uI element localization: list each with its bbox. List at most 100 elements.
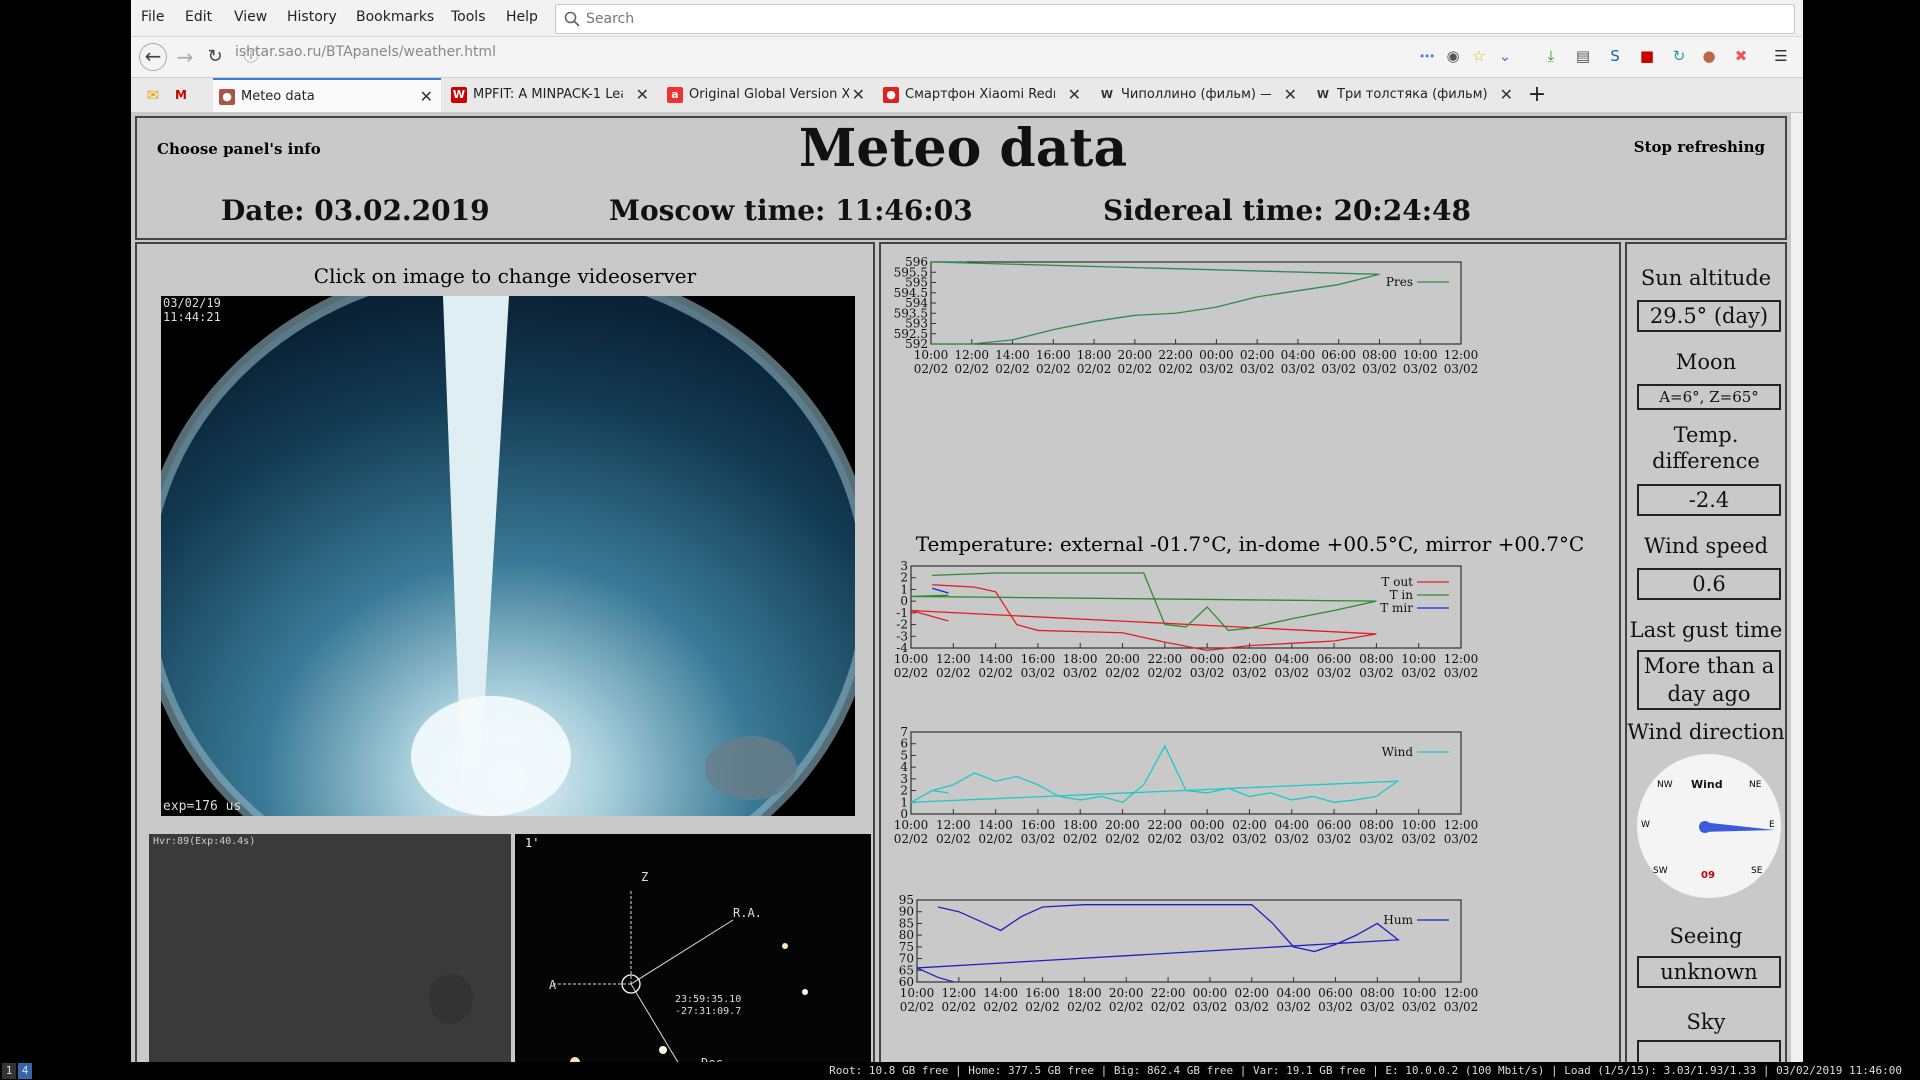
system-taskbar: 1 4 Root: 10.8 GB free | Home: 377.5 GB …: [0, 1062, 1920, 1080]
gmail-tab-icon[interactable]: ✉: [143, 85, 163, 105]
menu-tools[interactable]: Tools: [451, 9, 486, 25]
close-tab-icon[interactable]: ✕: [636, 85, 649, 104]
last-gust-label: Last gust time: [1629, 618, 1783, 642]
status-panel: Sun altitude 29.5° (day) Moon A=6°, Z=65…: [1625, 242, 1787, 1072]
legend-label: T out: [1381, 575, 1413, 589]
x-date-label: 03/02: [1240, 362, 1275, 374]
x-date-label: 03/02: [1360, 1000, 1395, 1014]
menu-view[interactable]: View: [234, 9, 267, 25]
x-tick-label: 08:00: [1359, 652, 1394, 666]
close-tab-icon[interactable]: ✕: [1068, 85, 1081, 104]
tab-xiaomi[interactable]: ● Смартфон Xiaomi Redm ✕: [877, 78, 1089, 112]
x-date-label: 03/02: [1193, 1000, 1228, 1014]
tab-title: Original Global Version X: [689, 87, 849, 102]
stop-refreshing-link[interactable]: Stop refreshing: [1634, 138, 1765, 156]
bookmark-star-icon[interactable]: ☆: [1469, 46, 1489, 66]
allsky-camera-image[interactable]: 03/02/19 11:44:21 exp=176 us: [161, 296, 855, 816]
x-tick-label: 12:00: [942, 986, 977, 1000]
x-date-label: 02/02: [894, 666, 929, 680]
x-date-label: 03/02: [1444, 362, 1479, 374]
close-tab-icon[interactable]: ✕: [852, 85, 865, 104]
star-field-image[interactable]: 1' Z R.A. A 23:59:35.10 -27:31:09.7: [515, 834, 871, 1070]
extension-avatar-icon[interactable]: ●: [1699, 46, 1719, 66]
page-actions-icon[interactable]: ⋯: [1417, 46, 1437, 66]
x-date-label: 03/02: [1362, 362, 1397, 374]
reload-button[interactable]: ↻: [203, 45, 227, 69]
camera-time: 11:44:21: [163, 310, 221, 324]
library-icon[interactable]: ▤: [1573, 46, 1593, 66]
pressure-chart: 592592.5593593.5594594.5595595.559610:00…: [894, 255, 1479, 374]
x-tick-label: 16:00: [1036, 348, 1071, 362]
x-tick-label: 20:00: [1118, 348, 1153, 362]
download-icon[interactable]: ⤓: [1541, 46, 1561, 66]
tab-meteo-data[interactable]: ● Meteo data ✕: [213, 78, 441, 114]
extension-refresh-icon[interactable]: ↻: [1669, 46, 1689, 66]
x-date-label: 03/02: [1190, 666, 1225, 680]
x-date-label: 02/02: [1109, 1000, 1144, 1014]
moon-label: Moon: [1675, 350, 1737, 374]
x-tick-label: 22:00: [1158, 348, 1193, 362]
pinned-tab-icon[interactable]: M: [171, 85, 191, 105]
x-date-label: 02/02: [978, 666, 1013, 680]
close-tab-icon[interactable]: ✕: [1500, 85, 1513, 104]
x-tick-label: 00:00: [1193, 986, 1228, 1000]
tab-cipollino[interactable]: W Чиполлино (фильм) — ✕: [1093, 78, 1305, 112]
tab-mpfit[interactable]: W MPFIT: A MINPACK-1 Lea ✕: [445, 78, 657, 112]
legend-label: T mir: [1380, 601, 1413, 615]
menu-edit[interactable]: Edit: [185, 9, 212, 25]
forward-button[interactable]: →: [173, 45, 197, 69]
x-date-label: 03/02: [1444, 1000, 1479, 1014]
wikipedia-favicon-icon: W: [1316, 88, 1330, 101]
allsky-fisheye-image: [161, 296, 855, 816]
x-date-label: 03/02: [1359, 832, 1394, 846]
menu-history[interactable]: History: [287, 9, 337, 25]
back-button[interactable]: ←: [139, 43, 167, 71]
close-tab-icon[interactable]: ✕: [420, 87, 433, 106]
choose-panels-link[interactable]: Choose panel's info: [157, 140, 321, 158]
x-date-label: 03/02: [1232, 666, 1267, 680]
x-tick-label: 02:00: [1232, 652, 1267, 666]
x-tick-label: 16:00: [1021, 652, 1056, 666]
guide-camera-image[interactable]: Hvr:89(Exp:40.4s): [149, 834, 511, 1070]
extension-s-icon[interactable]: S: [1605, 46, 1625, 66]
x-tick-label: 18:00: [1063, 818, 1098, 832]
x-tick-label: 08:00: [1360, 986, 1395, 1000]
extension-pdf-icon[interactable]: ■: [1637, 46, 1657, 66]
x-tick-label: 20:00: [1109, 986, 1144, 1000]
x-date-label: 02/02: [1036, 362, 1071, 374]
sun-altitude-value: 29.5° (day): [1637, 300, 1781, 332]
page-title: Meteo data: [798, 118, 1128, 179]
x-tick-label: 04:00: [1276, 986, 1311, 1000]
new-tab-icon[interactable]: +: [1527, 84, 1547, 106]
guide-camera-label: Hvr:89(Exp:40.4s): [153, 836, 256, 847]
x-tick-label: 12:00: [936, 652, 971, 666]
hamburger-menu-icon[interactable]: ☰: [1771, 46, 1791, 66]
x-tick-label: 10:00: [894, 652, 929, 666]
tab-title: Три толстяка (фильм) .: [1337, 87, 1487, 102]
tab-three-fat-men[interactable]: W Три толстяка (фильм) . ✕: [1309, 78, 1521, 112]
x-date-label: 03/02: [1317, 832, 1352, 846]
x-date-label: 03/02: [1281, 362, 1316, 374]
tab-original-global[interactable]: a Original Global Version X ✕: [661, 78, 873, 112]
temp-difference-value: -2.4: [1637, 484, 1781, 516]
x-date-label: 02/02: [1067, 1000, 1102, 1014]
close-tab-icon[interactable]: ✕: [1284, 85, 1297, 104]
search-input[interactable]: Search: [555, 4, 1795, 34]
dropdown-icon[interactable]: ⌄: [1495, 46, 1515, 66]
url-bar[interactable]: ishtar.sao.ru/BTApanels/weather.html: [235, 44, 496, 60]
y-tick-label: 95: [899, 893, 914, 907]
wind-direction-compass: Wind NW NE W E SW SE 09: [1635, 752, 1783, 900]
x-date-label: 02/02: [936, 832, 971, 846]
x-date-label: 03/02: [1021, 832, 1056, 846]
last-gust-value: More than a day ago: [1637, 650, 1781, 710]
page-header: Meteo data Choose panel's info Stop refr…: [135, 116, 1787, 240]
workspace-1[interactable]: 1: [2, 1063, 16, 1079]
x-date-label: 03/02: [1190, 832, 1225, 846]
workspace-4[interactable]: 4: [18, 1063, 32, 1079]
temperature-heading: Temperature: external -01.7°C, in-dome +…: [915, 532, 1585, 556]
menu-bookmarks[interactable]: Bookmarks: [356, 9, 434, 25]
menu-file[interactable]: File: [141, 9, 164, 25]
extension-block-icon[interactable]: ✖: [1731, 46, 1751, 66]
menu-help[interactable]: Help: [506, 9, 538, 25]
pocket-icon[interactable]: ◉: [1443, 46, 1463, 66]
